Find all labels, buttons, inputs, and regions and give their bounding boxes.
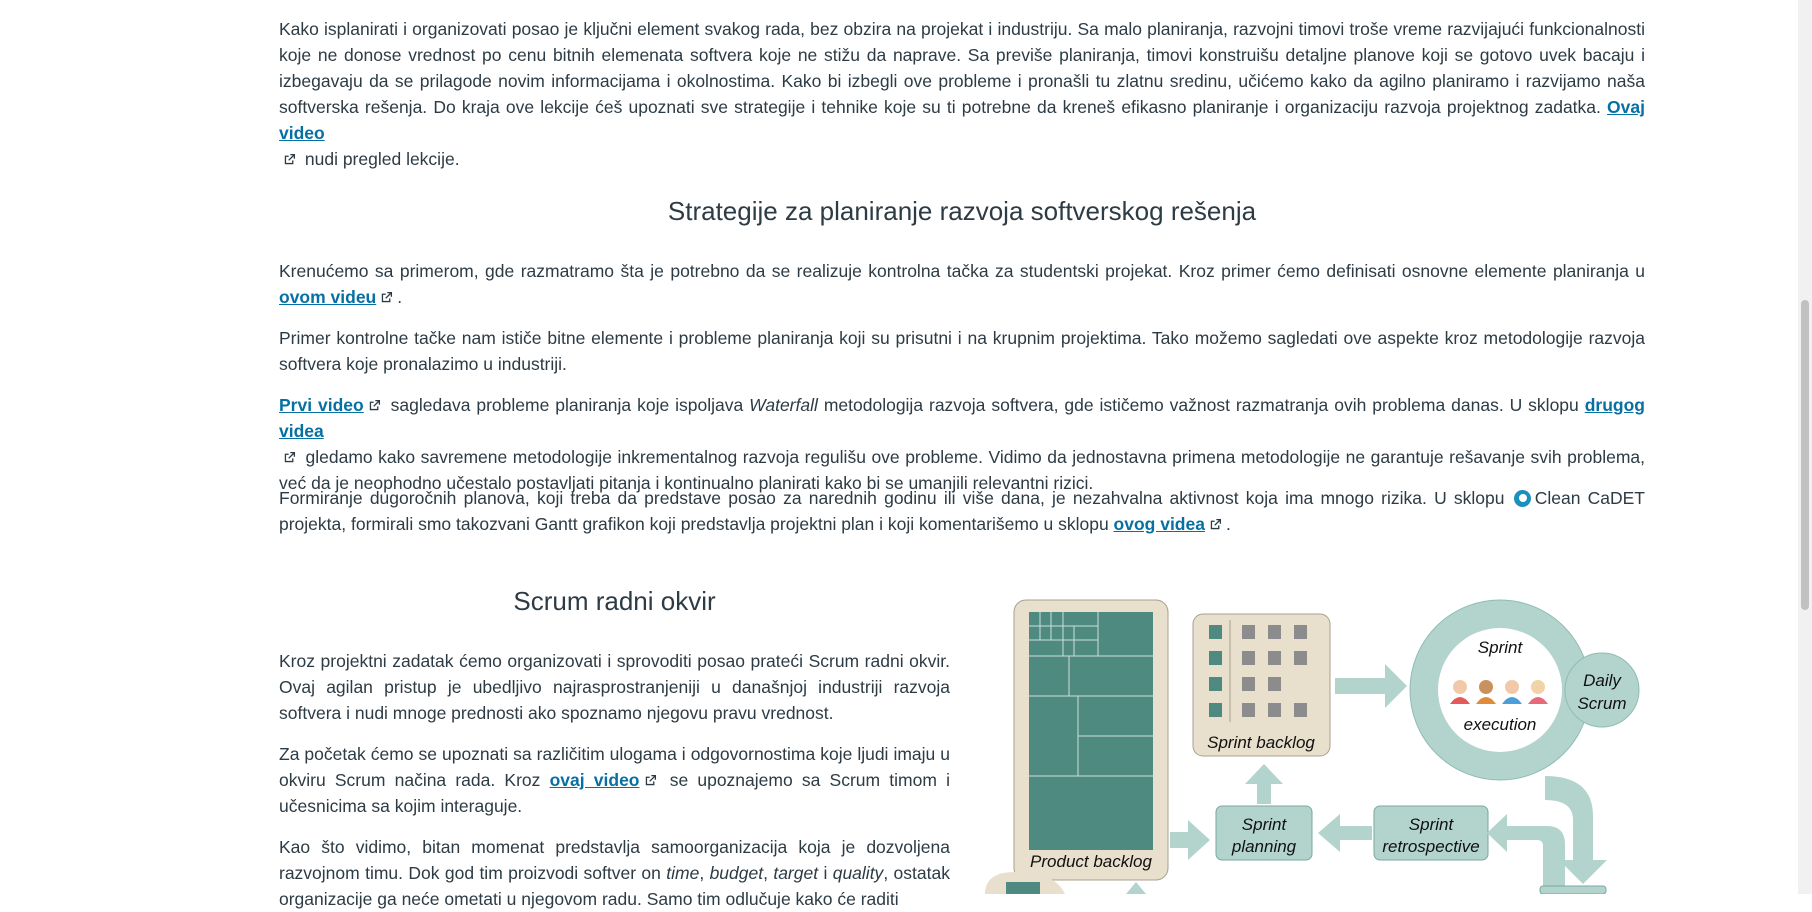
strategies-p3-text1: sagledava probleme planiranja koje ispol… [390, 395, 750, 415]
execution-label: execution [1464, 715, 1537, 734]
scrum-p3-separator: , [763, 863, 774, 883]
daily-scrum-circle: Daily Scrum [1564, 652, 1640, 728]
waterfall-term: Waterfall [749, 395, 818, 415]
strategies-p3-text2: metodologija razvoja softvera, gde istič… [817, 395, 1585, 415]
scrum-paragraph-2: Za početak ćemo se upoznati sa različiti… [279, 741, 950, 819]
scrum-p3-text2: , ostatak [883, 863, 950, 883]
strategies-p1-text: Krenućemo sa primerom, gde razmatramo št… [279, 261, 1645, 281]
product-backlog-label: Product backlog [1030, 852, 1152, 871]
sprint-planning-label-2: planning [1231, 837, 1297, 856]
section-heading-scrum: Scrum radni okvir [513, 586, 716, 616]
strategies-paragraph-1: Krenućemo sa primerom, gde razmatramo št… [279, 258, 1645, 310]
strategies-paragraph-4: Formiranje dugoročnih planova, koji treb… [279, 485, 1645, 537]
term-target: target [773, 863, 819, 883]
flow-arrow [1335, 664, 1407, 708]
intro-text-end: nudi pregled lekcije. [304, 149, 460, 169]
strategies-p4-text1: Formiranje dugoročnih planova, koji treb… [279, 488, 1512, 508]
scrum-paragraph-1: Kroz projektni zadatak ćemo organizovati… [279, 651, 950, 723]
scrum-paragraph-3: Kao što vidimo, bitan momenat predstavlj… [279, 834, 950, 912]
sprint-planning-box: Sprint planning [1215, 805, 1313, 861]
scrum-p3-text3: organizacije ga neće ometati u njegovom … [279, 889, 899, 909]
external-link-icon [284, 153, 296, 165]
sprint-label: Sprint [1478, 638, 1524, 657]
sprint-execution-cycle: Sprint execution [1409, 599, 1591, 781]
strategies-p4-end: . [1225, 514, 1231, 534]
term-budget: budget [709, 863, 764, 883]
intro-text: Kako isplanirati i organizovati posao je… [279, 19, 1645, 117]
strategies-paragraph-3: Prvi video sagledava probleme planiranja… [279, 392, 1645, 496]
flow-arrow [1318, 814, 1372, 852]
sprint-planning-label-1: Sprint [1242, 815, 1288, 834]
strategies-paragraph-2: Primer kontrolne tačke nam ističe bitne … [279, 328, 1645, 374]
intro-paragraph: Kako isplanirati i organizovati posao je… [279, 16, 1645, 172]
flow-arrow [1126, 882, 1146, 894]
scrum-p3-separator: , [699, 863, 710, 883]
section-heading-strategies: Strategije za planiranje razvoja softver… [667, 196, 1257, 226]
next-step-partial-box [1539, 885, 1607, 894]
flow-arrow [1245, 764, 1283, 804]
sprint-backlog-label: Sprint backlog [1207, 733, 1315, 752]
flow-arrow [1170, 820, 1210, 860]
scrum-label: Scrum [1577, 694, 1626, 713]
flow-arrow [1487, 814, 1565, 894]
clean-cadet-logo-icon [1513, 490, 1531, 507]
scrum-team-video-link[interactable]: ovaj video [550, 770, 640, 790]
daily-label: Daily [1583, 671, 1622, 690]
sprint-backlog-box: Sprint backlog [1192, 613, 1331, 757]
external-link-icon [382, 291, 393, 303]
external-link-icon [369, 399, 380, 411]
term-quality: quality [832, 863, 884, 883]
scrum-p3-separator: i [818, 863, 833, 883]
external-link-icon [284, 451, 296, 463]
sprint-retro-label-1: Sprint [1409, 815, 1455, 834]
term-time: time [666, 863, 700, 883]
external-link-icon [645, 774, 656, 786]
scrum-framework-diagram: Product backlog Sprint backlog Sprint ex… [985, 599, 1640, 894]
gantt-video-link[interactable]: ovog videa [1114, 514, 1205, 534]
sprint-retrospective-box: Sprint retrospective [1373, 805, 1489, 861]
page-scrollbar[interactable] [1798, 0, 1812, 894]
increment-partial-shape [1006, 882, 1040, 894]
external-link-icon [1210, 518, 1221, 530]
first-video-link[interactable]: Prvi video [279, 395, 364, 415]
sprint-retro-label-2: retrospective [1382, 837, 1479, 856]
this-video-link[interactable]: ovom videu [279, 287, 376, 307]
scrollbar-thumb[interactable] [1801, 300, 1809, 610]
product-backlog-box: Product backlog [1013, 599, 1169, 881]
strategies-p1-end: . [397, 287, 403, 307]
